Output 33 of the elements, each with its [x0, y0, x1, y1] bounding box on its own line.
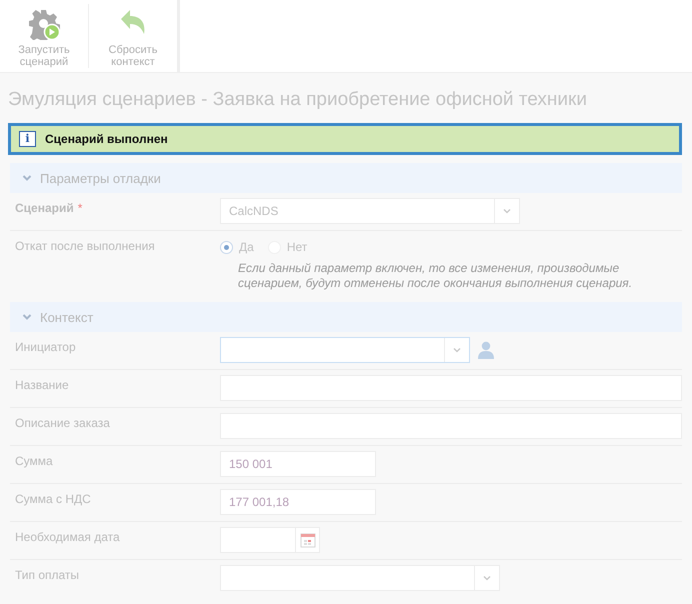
user-icon[interactable]	[478, 341, 494, 359]
field-label: Название	[15, 378, 69, 392]
chevron-down-icon	[22, 173, 32, 183]
calendar-button[interactable]	[296, 527, 320, 553]
gear-play-icon	[28, 8, 60, 40]
select-field[interactable]	[220, 337, 470, 363]
field-label: Откат после выполнения	[15, 239, 155, 253]
calendar-icon	[300, 532, 316, 548]
select-field[interactable]: CalcNDS	[220, 198, 520, 224]
radio-option[interactable]: Нет	[268, 240, 308, 254]
toolbar-button[interactable]: Запустить сценарий	[0, 0, 88, 72]
section-header[interactable]: Параметры отладки	[10, 163, 682, 193]
field-label: Описание заказа	[15, 416, 110, 430]
required-mark: *	[78, 201, 82, 215]
number-field[interactable]: 150 001	[220, 451, 376, 477]
select-field[interactable]	[220, 565, 500, 591]
chevron-down-icon	[452, 345, 462, 355]
toolbar-button[interactable]: Сбросить контекст	[89, 0, 177, 72]
field-label: Инициатор	[15, 340, 76, 354]
info-icon: i	[19, 131, 36, 147]
hint-text: Если данный параметр включен, то все изменения, производимые сценарием, будут отменены после окончания выполнения сценария.	[237, 260, 634, 291]
alert-text: Сценарий выполнен	[45, 132, 168, 146]
field-label: Сценарий	[15, 201, 74, 215]
radio-option[interactable]: Да	[220, 240, 254, 254]
field-label: Сумма с НДС	[15, 492, 91, 506]
chevron-down-icon	[482, 573, 492, 583]
chevron-down-icon	[22, 312, 32, 322]
section-header[interactable]: Контекст	[10, 302, 682, 332]
field-label: Сумма	[15, 454, 53, 468]
chevron-down-icon	[502, 206, 512, 216]
field-label: Необходимая дата	[15, 530, 120, 544]
number-field[interactable]: 177 001,18	[220, 489, 376, 515]
field-label: Тип оплаты	[15, 568, 80, 582]
